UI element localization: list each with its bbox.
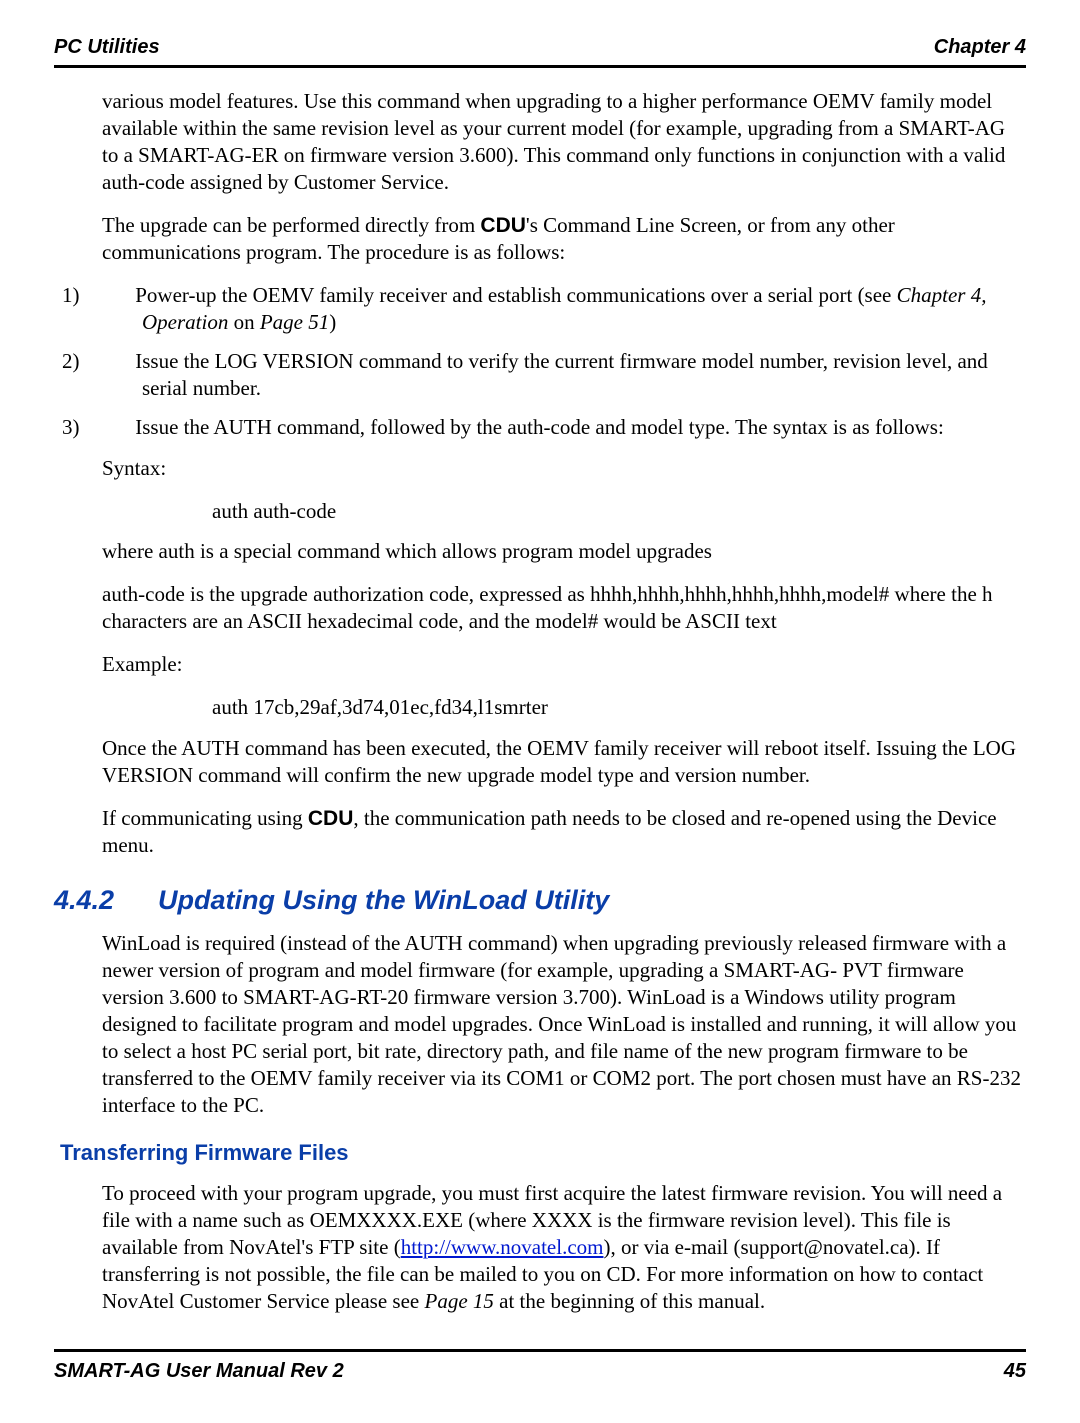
procedure-list: 1) Power-up the OEMV family receiver and…: [102, 282, 1026, 440]
text-run: Issue the LOG VERSION command to verify …: [135, 349, 988, 400]
winload-paragraph: WinLoad is required (instead of the AUTH…: [102, 930, 1026, 1118]
authcode-description: auth-code is the upgrade authorization c…: [102, 581, 1026, 635]
novatel-link[interactable]: http://www.novatel.com: [401, 1235, 604, 1259]
list-item: 3) Issue the AUTH command, followed by t…: [102, 414, 1026, 441]
section-title: Updating Using the WinLoad Utility: [158, 885, 609, 915]
reference-page: Page 15: [425, 1289, 494, 1313]
item-number: 2): [102, 348, 130, 375]
text-run: ): [329, 310, 336, 334]
example-label: Example:: [102, 651, 1026, 678]
cdu-label: CDU: [308, 807, 354, 830]
section-heading: 4.4.2Updating Using the WinLoad Utility: [54, 885, 1026, 916]
section-number: 4.4.2: [54, 885, 158, 916]
upgrade-intro: The upgrade can be performed directly fr…: [102, 212, 1026, 267]
reference-page: Page 51: [260, 310, 329, 334]
text-run: Issue the AUTH command, followed by the …: [135, 415, 944, 439]
subsection-heading: Transferring Firmware Files: [60, 1140, 1026, 1166]
where-line: where auth is a special command which al…: [102, 538, 1026, 565]
text-run: If communicating using: [102, 806, 308, 830]
text-run: at the beginning of this manual.: [494, 1289, 765, 1313]
cdu-label: CDU: [480, 214, 526, 237]
example-code: auth 17cb,29af,3d74,01ec,fd34,l1smrter: [212, 694, 1026, 721]
text-run: The upgrade can be performed directly fr…: [102, 213, 480, 237]
text-run: on: [228, 310, 260, 334]
syntax-code: auth auth-code: [212, 498, 1026, 525]
header-right: Chapter 4: [934, 36, 1026, 59]
list-item: 2) Issue the LOG VERSION command to veri…: [102, 348, 1026, 402]
header-rule: [54, 65, 1026, 68]
transfer-paragraph: To proceed with your program upgrade, yo…: [102, 1180, 1026, 1314]
after-example: Once the AUTH command has been executed,…: [102, 735, 1026, 789]
cdu-note: If communicating using CDU, the communic…: [102, 805, 1026, 860]
page-header: PC Utilities Chapter 4: [54, 36, 1026, 59]
intro-paragraph: various model features. Use this command…: [102, 88, 1026, 196]
footer-left: SMART-AG User Manual Rev 2: [54, 1360, 344, 1383]
list-item: 1) Power-up the OEMV family receiver and…: [102, 282, 1026, 336]
page-footer: SMART-AG User Manual Rev 2 45: [54, 1360, 1026, 1383]
text-run: Power-up the OEMV family receiver and es…: [135, 283, 896, 307]
header-left: PC Utilities: [54, 36, 160, 59]
footer-page-number: 45: [1004, 1360, 1026, 1383]
item-number: 1): [102, 282, 130, 309]
syntax-label: Syntax:: [102, 455, 1026, 482]
item-number: 3): [102, 414, 130, 441]
footer-rule: [54, 1349, 1026, 1352]
